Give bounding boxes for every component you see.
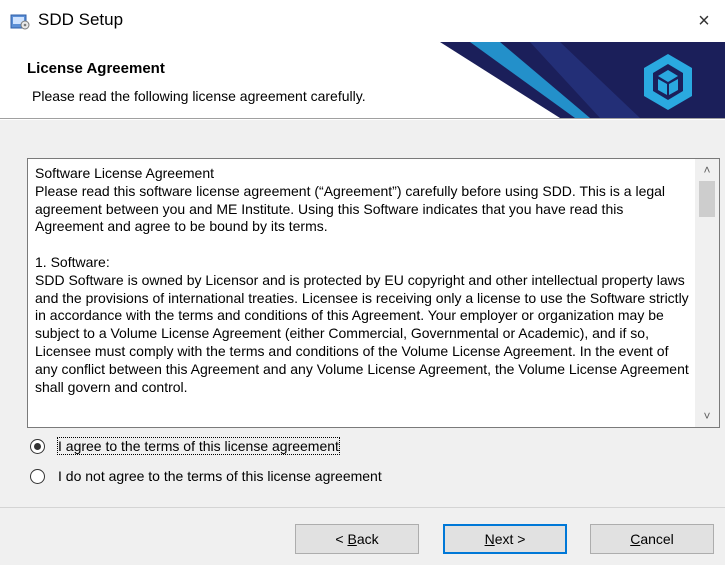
agree-radio[interactable] bbox=[30, 439, 45, 454]
back-button-label: ack bbox=[356, 531, 379, 547]
license-text: Software License Agreement Please read t… bbox=[35, 165, 689, 395]
next-button[interactable]: Next > bbox=[443, 524, 567, 554]
radio-selected-dot bbox=[34, 443, 41, 450]
window-title: SDD Setup bbox=[38, 10, 124, 29]
agree-label[interactable]: I agree to the terms of this license agr… bbox=[57, 437, 340, 455]
license-textbox[interactable]: Software License Agreement Please read t… bbox=[27, 158, 720, 428]
title-bar: SDD Setup × bbox=[0, 0, 725, 42]
scroll-thumb[interactable] bbox=[699, 181, 715, 217]
vertical-scrollbar[interactable]: ˄ ˅ bbox=[695, 159, 719, 427]
next-button-label: ext > bbox=[494, 531, 526, 547]
back-button-accesskey: B bbox=[347, 531, 357, 547]
next-button-accesskey: N bbox=[484, 531, 495, 547]
close-icon[interactable]: × bbox=[689, 6, 719, 36]
page-subtitle: Please read the following license agreem… bbox=[32, 88, 366, 104]
setup-installer-icon bbox=[10, 14, 30, 30]
header-graphic bbox=[440, 42, 725, 118]
cancel-button[interactable]: Cancel bbox=[590, 524, 714, 554]
header-banner: License Agreement Please read the follow… bbox=[0, 42, 725, 118]
scroll-down-arrow-icon[interactable]: ˅ bbox=[695, 405, 719, 427]
cancel-button-accesskey: C bbox=[630, 531, 641, 547]
page-title: License Agreement bbox=[27, 60, 165, 77]
back-button[interactable]: < Back bbox=[295, 524, 419, 554]
header-divider-highlight bbox=[0, 119, 725, 120]
footer-divider bbox=[0, 507, 725, 508]
cancel-button-label: ancel bbox=[640, 531, 674, 547]
scroll-up-arrow-icon[interactable]: ˄ bbox=[695, 159, 719, 181]
disagree-label[interactable]: I do not agree to the terms of this lice… bbox=[58, 468, 382, 484]
back-button-prefix: < bbox=[335, 531, 348, 547]
disagree-radio[interactable] bbox=[30, 469, 45, 484]
